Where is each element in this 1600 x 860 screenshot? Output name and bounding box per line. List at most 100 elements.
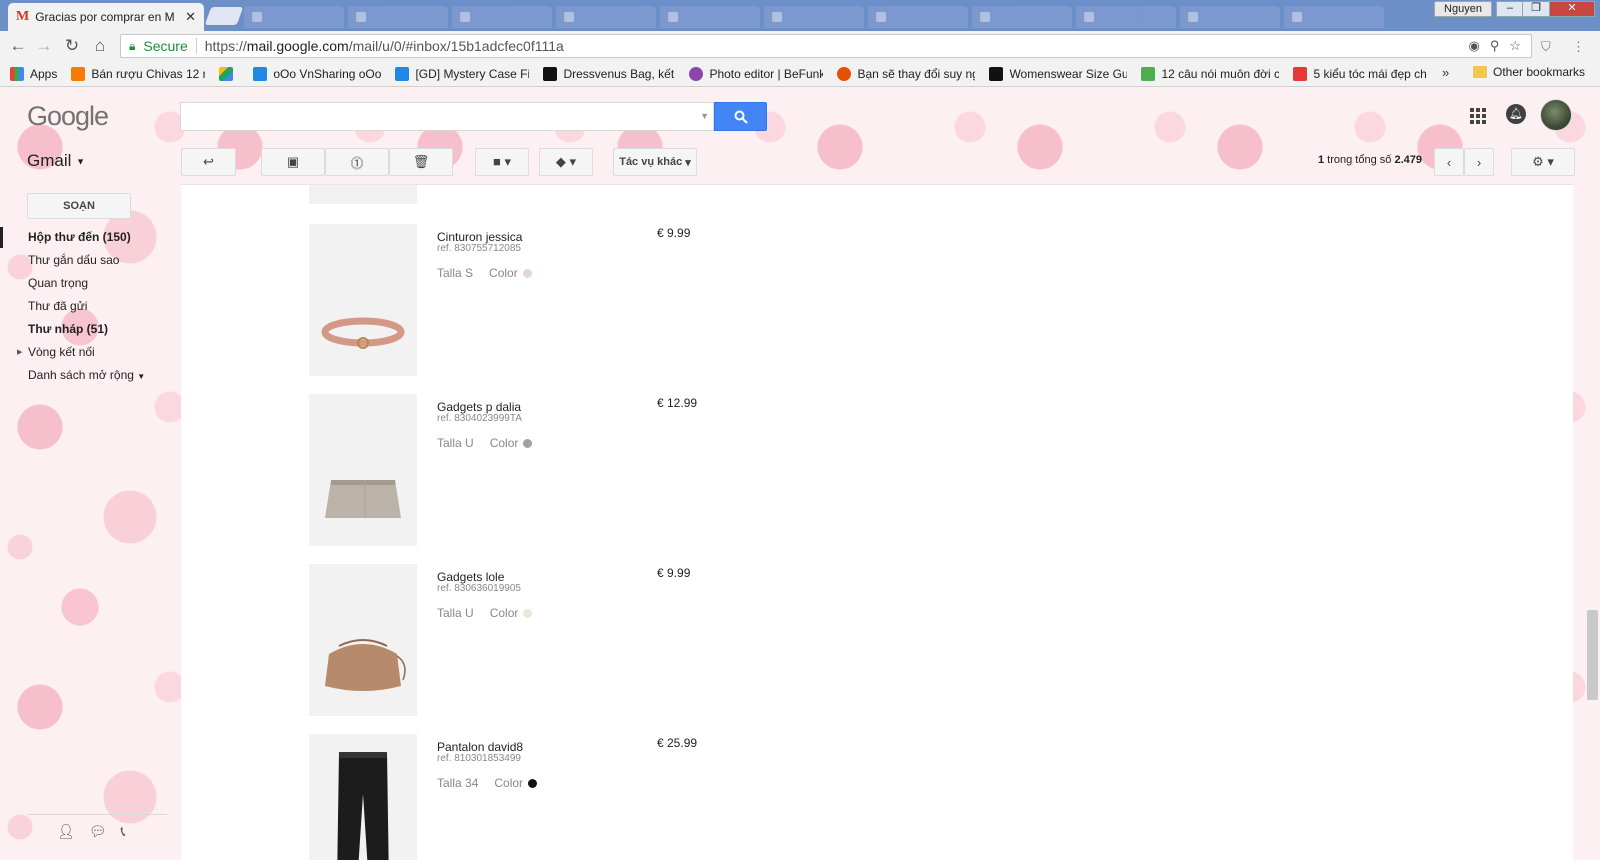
settings-button[interactable]: ⚙ ▾ xyxy=(1511,148,1575,176)
gmail-menu[interactable]: Gmail ▼ xyxy=(27,151,85,171)
profile-badge[interactable]: Nguyen xyxy=(1434,1,1492,17)
product-name[interactable]: Gadgets lole xyxy=(437,570,504,584)
next-button[interactable]: › xyxy=(1464,148,1494,176)
apps-icon xyxy=(10,66,24,81)
background-tab[interactable] xyxy=(868,6,968,28)
product-name[interactable]: Pantalon david8 xyxy=(437,740,523,754)
bookmark-item[interactable]: 5 kiểu tóc mái đẹp ch xyxy=(1293,66,1427,81)
folder-icon xyxy=(1473,66,1487,78)
folder-icon: ■ ▾ xyxy=(493,154,511,169)
color-swatch xyxy=(523,608,533,618)
google-logo[interactable]: Google xyxy=(27,101,109,132)
background-tab[interactable] xyxy=(972,6,1072,28)
background-tab[interactable] xyxy=(1076,6,1176,28)
minimize-icon[interactable]: – xyxy=(1496,1,1524,17)
bookmark-apps[interactable]: Apps xyxy=(10,66,57,81)
close-window-icon[interactable]: ✕ xyxy=(1549,1,1595,17)
search-button[interactable] xyxy=(714,102,767,131)
product-item: Gadgets lole ref. 830636019905 Talla U Co… xyxy=(309,564,869,716)
pager-text: 1 trong tổng số 2.479 xyxy=(1318,154,1422,166)
product-image[interactable] xyxy=(309,564,417,716)
more-actions-button[interactable]: Tác vụ khác ▾ xyxy=(613,148,697,176)
zoom-icon[interactable]: ⚲ xyxy=(1490,38,1500,54)
bookmark-favicon-icon xyxy=(543,66,558,81)
background-tab[interactable] xyxy=(660,6,760,28)
background-tab[interactable] xyxy=(556,6,656,28)
back-arrow-icon: ↩ xyxy=(203,154,214,169)
star-icon[interactable]: ☆ xyxy=(1509,38,1521,54)
sidebar-item-more[interactable]: Danh sách mở rộng ▼ xyxy=(0,364,180,387)
background-tab[interactable] xyxy=(764,6,864,28)
more-bookmarks-icon[interactable]: » xyxy=(1442,65,1449,80)
background-tab[interactable] xyxy=(1180,6,1280,28)
back-icon[interactable]: ← xyxy=(8,36,28,56)
compose-button[interactable]: SOẠN xyxy=(27,193,131,219)
expand-arrow-icon[interactable]: ▶ xyxy=(17,341,22,364)
menu-icon[interactable]: ⋮ xyxy=(1572,39,1585,55)
delete-button[interactable]: 🗑︎ xyxy=(389,148,453,176)
phone-icon[interactable]: 📞︎ xyxy=(121,823,126,860)
scrollbar-thumb[interactable] xyxy=(1587,610,1598,700)
bookmark-item[interactable]: 12 câu nói muôn đời c xyxy=(1141,66,1279,81)
sidebar-item-circles[interactable]: ▶ Vòng kết nối xyxy=(0,341,180,364)
bookmark-item[interactable]: Bán rượu Chivas 12 n xyxy=(71,66,205,81)
labels-button[interactable]: ◆ ▾ xyxy=(539,148,593,176)
search-box[interactable]: ▼ xyxy=(180,102,714,131)
bookmark-item[interactable]: Photo editor | BeFunk xyxy=(689,66,823,81)
home-icon[interactable]: ⌂ xyxy=(90,36,110,56)
bookmark-label: Womenswear Size Gu xyxy=(1009,66,1128,81)
chevron-left-icon: ‹ xyxy=(1446,154,1452,170)
shield-icon[interactable]: ⛉ xyxy=(1541,39,1551,55)
other-bookmarks[interactable]: Other bookmarks xyxy=(1473,65,1585,79)
new-tab-button[interactable] xyxy=(204,7,244,25)
bookmark-item[interactable]: Womenswear Size Gu xyxy=(989,66,1128,81)
hangouts-icon[interactable]: 💬︎ xyxy=(89,823,107,860)
contacts-icon[interactable]: 👤︎ xyxy=(57,823,75,860)
apps-grid-icon[interactable] xyxy=(1470,108,1486,124)
product-image[interactable] xyxy=(309,734,417,860)
background-tab[interactable] xyxy=(244,6,344,28)
product-meta: Talla U Color xyxy=(437,606,533,620)
sidebar-item-inbox[interactable]: Hộp thư đến (150) xyxy=(0,226,180,249)
product-name[interactable]: Cinturon jessica xyxy=(437,230,522,244)
avatar[interactable] xyxy=(1540,99,1572,131)
reload-icon[interactable]: ↻ xyxy=(62,36,82,56)
product-name[interactable]: Gadgets p dalia xyxy=(437,400,521,414)
forward-icon[interactable]: → xyxy=(34,36,54,56)
sidebar-item-important[interactable]: Quan trọng xyxy=(0,272,180,295)
url-scheme: https:// xyxy=(204,38,247,54)
view-icon[interactable]: ◉ xyxy=(1468,38,1479,54)
product-image[interactable] xyxy=(309,394,417,546)
product-color-label: Color xyxy=(489,436,519,450)
sidebar-item-drafts[interactable]: Thư nháp (51) xyxy=(0,318,180,341)
move-to-button[interactable]: ■ ▾ xyxy=(475,148,529,176)
youtube-icon xyxy=(1293,66,1308,81)
maximize-icon[interactable]: ❐ xyxy=(1522,1,1550,17)
product-image[interactable] xyxy=(309,224,417,376)
sidebar-item-sent[interactable]: Thư đã gửi xyxy=(0,295,180,318)
sidebar-item-starred[interactable]: Thư gắn dấu sao xyxy=(0,249,180,272)
bookmark-label: [GD] Mystery Case Fil xyxy=(415,66,530,81)
back-to-inbox-button[interactable]: ↩ xyxy=(181,148,236,176)
pager-total: 2.479 xyxy=(1394,154,1422,166)
search-options-icon[interactable]: ▼ xyxy=(700,111,709,121)
bookmark-item[interactable]: oOo VnSharing oOo xyxy=(253,66,381,81)
notifications-icon[interactable]: 🔔︎ xyxy=(1506,104,1526,124)
background-tab[interactable] xyxy=(452,6,552,28)
bookmark-item[interactable] xyxy=(219,66,239,81)
report-spam-button[interactable]: ⓵ xyxy=(325,148,389,176)
search-input[interactable] xyxy=(181,103,713,130)
background-tab[interactable] xyxy=(348,6,448,28)
background-tab[interactable] xyxy=(1284,6,1384,28)
tab-gmail[interactable]: M Gracias por comprar en M ✕ xyxy=(8,3,204,31)
prev-button[interactable]: ‹ xyxy=(1434,148,1464,176)
more-actions-label: Tác vụ khác xyxy=(619,156,683,168)
product-price: € 12.99 xyxy=(657,396,698,410)
address-bar[interactable]: 🔒︎ Secure https://mail.google.com/mail/u… xyxy=(120,34,1532,58)
bag-image xyxy=(325,639,406,691)
archive-button[interactable]: ▣ xyxy=(261,148,325,176)
bookmark-item[interactable]: [GD] Mystery Case Fil xyxy=(395,66,530,81)
bookmark-item[interactable]: Dressvenus Bag, kết n xyxy=(543,66,675,81)
tab-close-icon[interactable]: ✕ xyxy=(185,9,196,25)
bookmark-item[interactable]: Bạn sẽ thay đổi suy ng xyxy=(837,66,975,81)
